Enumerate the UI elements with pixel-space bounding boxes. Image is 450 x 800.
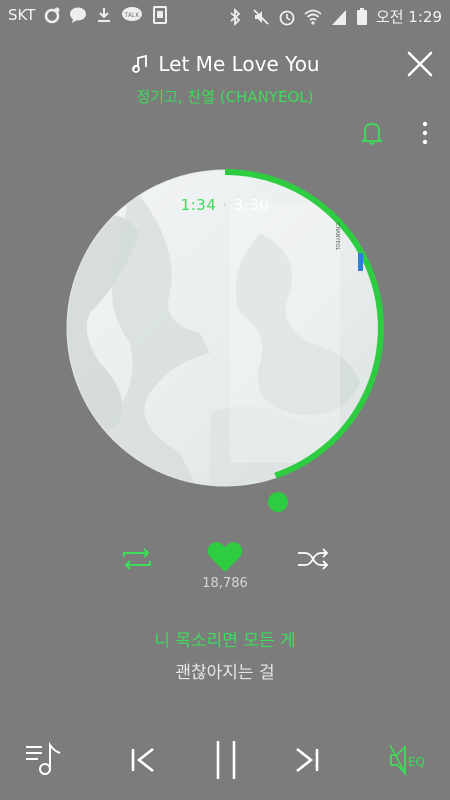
playback-time: 1:34 · 3:30: [0, 196, 450, 214]
battery-icon: [356, 7, 367, 25]
next-track-button[interactable]: [292, 745, 322, 775]
talk-icon: TALK: [122, 7, 143, 21]
notification-bell-button[interactable]: [360, 120, 384, 146]
mute-icon: [253, 8, 269, 25]
total-duration: 3:30: [233, 196, 270, 214]
like-count: 18,786: [202, 576, 248, 591]
elapsed-time: 1:34: [180, 196, 217, 214]
shuffle-button[interactable]: [296, 546, 330, 572]
alarm-icon: [279, 10, 295, 25]
previous-track-button[interactable]: [128, 745, 158, 775]
album-label-mark: [358, 253, 363, 271]
svg-text:TALK: TALK: [124, 12, 141, 19]
chat-icon: [70, 7, 87, 23]
song-title: Let Me Love You: [158, 52, 320, 76]
song-actions: [0, 540, 450, 580]
song-title-row: Let Me Love You: [0, 48, 450, 80]
status-bar-left: SKT TALK: [8, 6, 169, 24]
close-button[interactable]: [406, 50, 434, 78]
progress-handle[interactable]: [266, 490, 290, 514]
document-icon: [153, 6, 168, 24]
carrier-label: SKT: [8, 6, 36, 24]
lyric-next-line[interactable]: 괜찮아지는 걸: [0, 658, 450, 683]
signal-icon: [331, 9, 346, 25]
svg-text:EQ: EQ: [408, 755, 425, 769]
bluetooth-icon: [230, 7, 241, 26]
circle-app-icon: [45, 7, 60, 24]
wifi-icon: [304, 9, 322, 25]
status-bar: SKT TALK 오전 1:29: [0, 0, 450, 32]
album-label-text: CHANYEOL: [334, 223, 340, 251]
playlist-button[interactable]: [24, 739, 64, 779]
sound-effect-button[interactable]: EQ: [388, 743, 432, 777]
more-options-button[interactable]: [420, 120, 430, 146]
repeat-button[interactable]: [120, 546, 154, 572]
player-controls: EQ: [0, 735, 450, 785]
time-separator: ·: [222, 196, 228, 214]
music-note-icon: [132, 54, 148, 73]
lyric-current-line[interactable]: 니 목소리면 모든 게: [0, 626, 450, 651]
like-heart-button[interactable]: [207, 540, 243, 574]
clock: 오전 1:29: [375, 8, 442, 26]
artist-name[interactable]: 정기고, 찬열 (CHANYEOL): [0, 86, 450, 107]
download-icon: [98, 8, 111, 22]
pause-button[interactable]: [212, 739, 240, 781]
status-bar-right: 오전 1:29: [226, 6, 442, 27]
